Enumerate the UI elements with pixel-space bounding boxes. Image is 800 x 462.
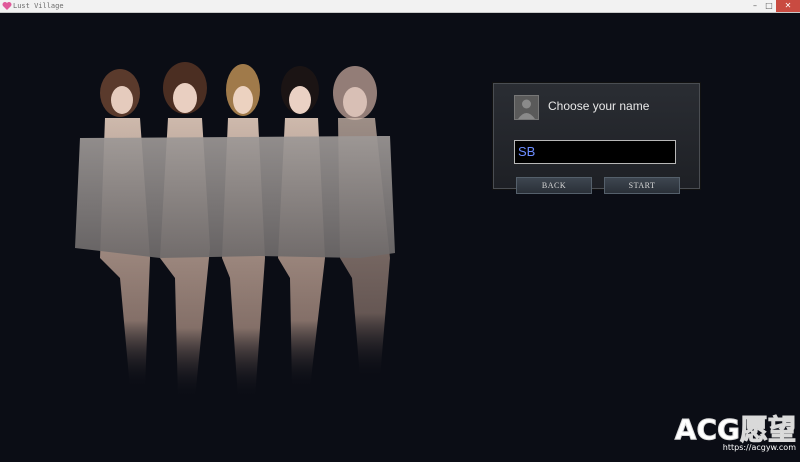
dialog-title: Choose your name — [548, 99, 650, 113]
maximize-button[interactable]: □ — [762, 0, 776, 12]
person-silhouette-icon — [514, 95, 539, 120]
back-button[interactable]: BACK — [516, 177, 592, 194]
watermark: ACG愿望 https://acgyw.com — [674, 413, 796, 452]
close-button[interactable]: ✕ — [776, 0, 800, 12]
name-input[interactable]: SB — [514, 140, 676, 164]
towel — [75, 136, 395, 258]
window-controls: – □ ✕ — [748, 0, 800, 12]
choose-name-dialog: Choose your name SB BACK START — [493, 83, 700, 194]
start-button[interactable]: START — [604, 177, 680, 194]
heart-app-icon — [2, 1, 12, 10]
watermark-logo: ACG愿望 — [674, 413, 796, 446]
window-title-bar: Lust Village – □ ✕ — [0, 0, 800, 13]
character-artwork — [75, 62, 395, 398]
game-canvas: Choose your name SB BACK START ACG愿望 htt… — [0, 13, 800, 462]
minimize-button[interactable]: – — [748, 0, 762, 12]
window-title: Lust Village — [13, 2, 64, 10]
figure-heads — [100, 62, 377, 120]
